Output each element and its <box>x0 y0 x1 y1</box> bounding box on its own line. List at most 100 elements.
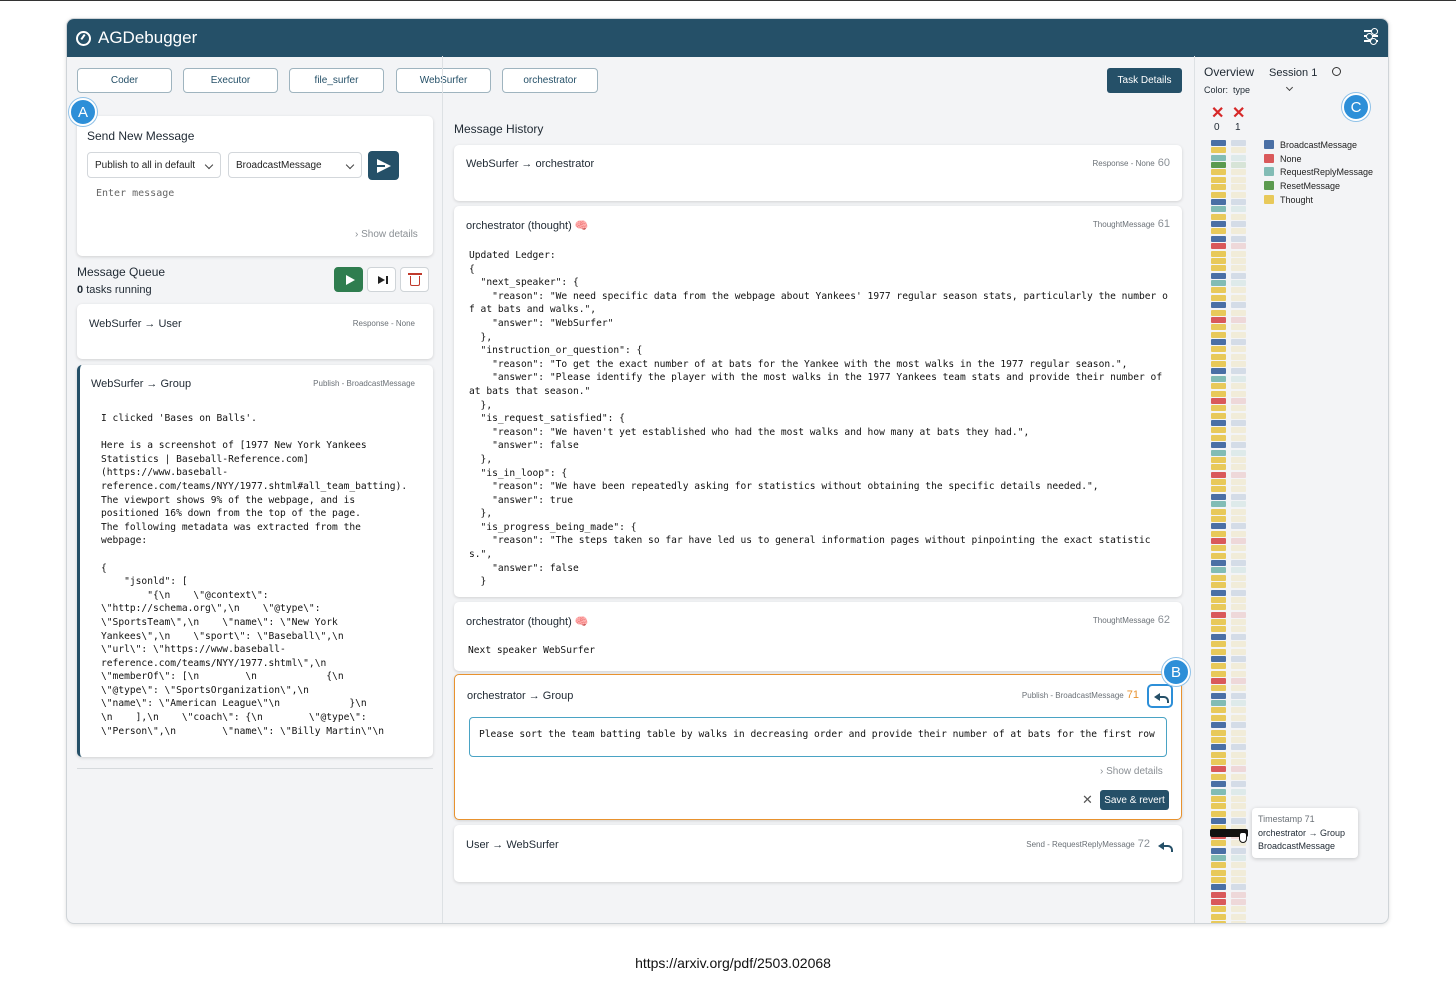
timeline-cell[interactable] <box>1211 788 1226 795</box>
timeline-cell[interactable] <box>1231 147 1246 154</box>
timeline-cell[interactable] <box>1211 729 1226 736</box>
timeline-cell[interactable] <box>1211 353 1226 360</box>
timeline-cell[interactable] <box>1211 596 1226 603</box>
timeline-cell[interactable] <box>1211 464 1226 471</box>
timeline-cell[interactable] <box>1211 655 1226 662</box>
timeline-cell[interactable] <box>1231 729 1246 736</box>
timeline-cell[interactable] <box>1231 582 1246 589</box>
timeline-cell[interactable] <box>1211 213 1226 220</box>
color-select[interactable]: Color: type <box>1204 83 1294 95</box>
timeline-cell[interactable] <box>1211 869 1226 876</box>
timeline-cell[interactable] <box>1211 921 1226 923</box>
timeline-cell[interactable] <box>1211 611 1226 618</box>
timeline-cell[interactable] <box>1231 589 1246 596</box>
timeline-cell[interactable] <box>1211 368 1226 375</box>
timeline-cell[interactable] <box>1211 383 1226 390</box>
timeline-cell[interactable] <box>1231 338 1246 345</box>
timeline-cell[interactable] <box>1231 434 1246 441</box>
timeline-cell[interactable] <box>1211 854 1226 861</box>
timeline-cell[interactable] <box>1231 847 1246 854</box>
timeline-cell[interactable] <box>1231 921 1246 923</box>
timeline-cell[interactable] <box>1231 427 1246 434</box>
timeline-cell[interactable] <box>1211 309 1226 316</box>
timeline-cell[interactable] <box>1211 316 1226 323</box>
timeline-cell[interactable] <box>1231 869 1246 876</box>
timeline-cell[interactable] <box>1211 346 1226 353</box>
timeline-cell[interactable] <box>1231 346 1246 353</box>
timeline-cell[interactable] <box>1231 714 1246 721</box>
timeline-cell[interactable] <box>1211 508 1226 515</box>
timeline-cell[interactable] <box>1211 427 1226 434</box>
timeline-cell[interactable] <box>1231 228 1246 235</box>
timeline-cell[interactable] <box>1211 604 1226 611</box>
agent-tab-coder[interactable]: Coder <box>77 68 172 93</box>
timeline-cell[interactable] <box>1231 604 1246 611</box>
timeline-cell[interactable] <box>1211 198 1226 205</box>
reply-icon[interactable] <box>1158 840 1173 852</box>
timeline-cell[interactable] <box>1211 250 1226 257</box>
timeline-cell[interactable] <box>1231 191 1246 198</box>
timeline-cell[interactable] <box>1231 176 1246 183</box>
timeline-cell[interactable] <box>1231 545 1246 552</box>
timeline-cell[interactable] <box>1231 287 1246 294</box>
timeline-cell[interactable] <box>1231 899 1246 906</box>
timeline-cell[interactable] <box>1231 803 1246 810</box>
timeline-cell[interactable] <box>1211 641 1226 648</box>
timeline-cell[interactable] <box>1211 471 1226 478</box>
message-input[interactable]: Enter message <box>96 188 174 199</box>
timeline-cell[interactable] <box>1211 302 1226 309</box>
timeline-cell[interactable] <box>1211 501 1226 508</box>
timeline-cell[interactable] <box>1211 884 1226 891</box>
timeline-cell[interactable] <box>1231 877 1246 883</box>
history-message[interactable]: orchestrator (thought) 🧠 ThoughtMessage 6… <box>454 602 1182 671</box>
timeline-cell[interactable] <box>1231 700 1246 707</box>
timeline-cell[interactable] <box>1231 670 1246 677</box>
timeline-cell[interactable] <box>1211 449 1226 456</box>
timeline-cell[interactable] <box>1231 471 1246 478</box>
timeline-cell[interactable] <box>1231 810 1246 817</box>
history-message[interactable]: User → WebSurfer Send - RequestReplyMess… <box>454 825 1182 882</box>
timeline-cell[interactable] <box>1231 722 1246 729</box>
timeline-cell[interactable] <box>1211 456 1226 463</box>
message-type-select[interactable]: BroadcastMessage <box>228 152 362 178</box>
timeline-cell[interactable] <box>1211 913 1226 920</box>
timeline-cell[interactable] <box>1211 810 1226 817</box>
timeline-cell[interactable] <box>1231 162 1246 169</box>
timeline-cell[interactable] <box>1231 596 1246 603</box>
timeline-cell[interactable] <box>1211 862 1226 869</box>
send-button[interactable] <box>368 151 399 180</box>
timeline-cell[interactable] <box>1211 567 1226 574</box>
timeline-cell[interactable] <box>1231 633 1246 640</box>
timeline-cell[interactable] <box>1211 818 1226 825</box>
timeline-cell[interactable] <box>1211 479 1226 486</box>
timeline-cell[interactable] <box>1211 781 1226 788</box>
timeline-cell[interactable] <box>1211 626 1226 633</box>
timeline-cell[interactable] <box>1231 773 1246 780</box>
timeline-cell[interactable] <box>1211 228 1226 235</box>
timeline-cell[interactable] <box>1231 626 1246 633</box>
timeline-cell[interactable] <box>1231 486 1246 493</box>
message-edit-field[interactable]: Please sort the team batting table by wa… <box>469 717 1167 757</box>
timeline-cell[interactable] <box>1231 294 1246 301</box>
timeline-cell[interactable] <box>1231 766 1246 773</box>
queue-item[interactable]: WebSurfer → User Response - None <box>77 304 433 359</box>
timeline-cell[interactable] <box>1211 589 1226 596</box>
timeline-cell[interactable] <box>1231 537 1246 544</box>
timeline-cell[interactable] <box>1211 560 1226 567</box>
timeline-cell[interactable] <box>1211 140 1226 146</box>
timeline-cell[interactable] <box>1231 781 1246 788</box>
timeline-cell[interactable] <box>1211 338 1226 345</box>
revert-button[interactable] <box>1147 684 1173 708</box>
timeline-cell[interactable] <box>1231 140 1246 146</box>
timeline-cell[interactable] <box>1211 619 1226 626</box>
publish-target-select[interactable]: Publish to all in default <box>87 152 221 178</box>
timeline-cell[interactable] <box>1211 633 1226 640</box>
timeline-cell[interactable] <box>1231 383 1246 390</box>
timeline-cell[interactable] <box>1211 265 1226 272</box>
timeline-cell[interactable] <box>1211 736 1226 743</box>
timeline-cell[interactable] <box>1211 154 1226 161</box>
timeline-cell[interactable] <box>1231 648 1246 655</box>
ribbon-icon[interactable] <box>1332 67 1341 76</box>
timeline-cell[interactable] <box>1211 375 1226 382</box>
timeline-cell[interactable] <box>1211 766 1226 773</box>
